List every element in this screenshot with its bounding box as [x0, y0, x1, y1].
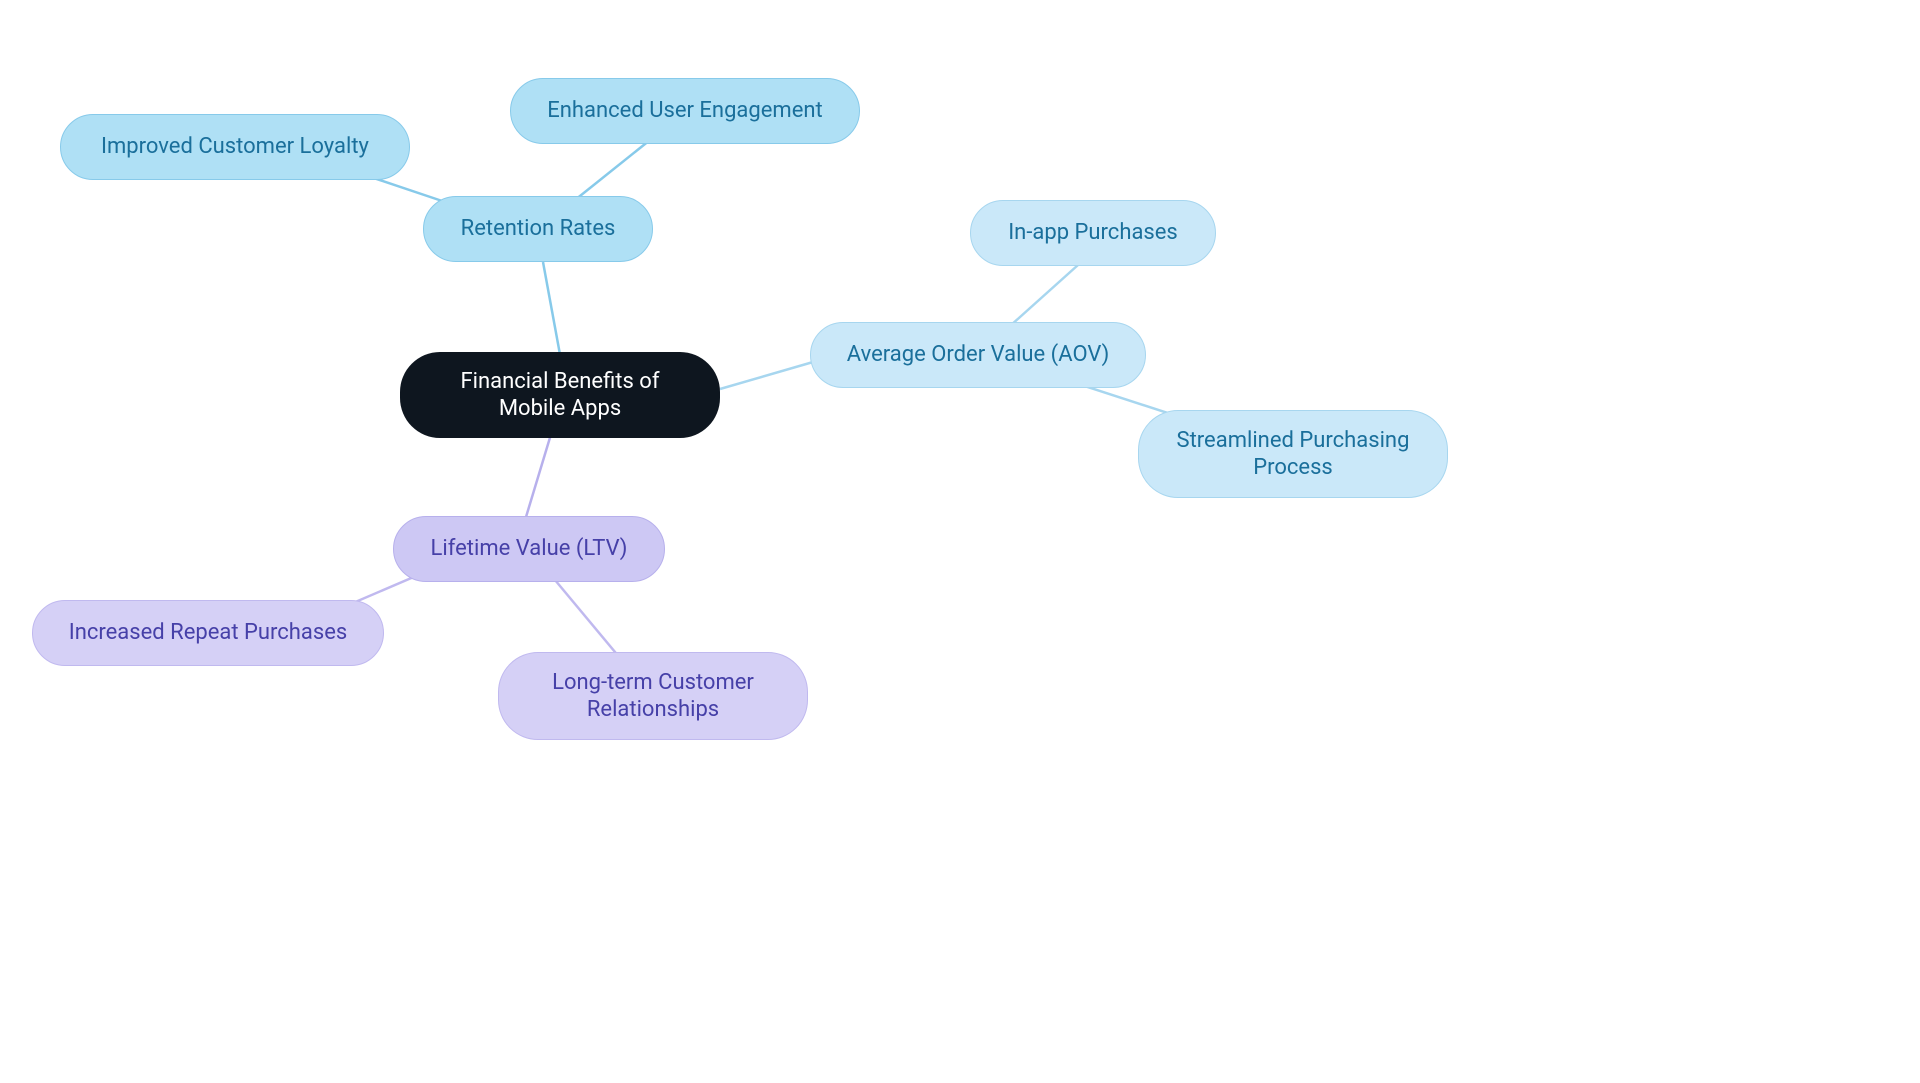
node-center[interactable]: Financial Benefits of Mobile Apps	[400, 352, 720, 438]
node-ltv[interactable]: Lifetime Value (LTV)	[393, 516, 665, 582]
node-aov[interactable]: Average Order Value (AOV)	[810, 322, 1146, 388]
node-label: Average Order Value (AOV)	[847, 341, 1109, 369]
node-in-app-purchases[interactable]: In-app Purchases	[970, 200, 1216, 266]
node-label: Lifetime Value (LTV)	[431, 535, 628, 563]
node-enhanced-engagement[interactable]: Enhanced User Engagement	[510, 78, 860, 144]
node-label: Improved Customer Loyalty	[101, 133, 369, 161]
node-label: Streamlined Purchasing Process	[1167, 427, 1419, 482]
node-streamlined-process[interactable]: Streamlined Purchasing Process	[1138, 410, 1448, 498]
node-label: Retention Rates	[461, 215, 616, 243]
node-label: Financial Benefits of Mobile Apps	[428, 368, 692, 423]
node-label: In-app Purchases	[1008, 219, 1178, 247]
node-improved-loyalty[interactable]: Improved Customer Loyalty	[60, 114, 410, 180]
edge	[720, 360, 820, 389]
node-longterm-relationships[interactable]: Long-term Customer Relationships	[498, 652, 808, 740]
edge	[1010, 265, 1078, 326]
edge	[575, 140, 650, 200]
edge	[543, 262, 561, 360]
node-label: Increased Repeat Purchases	[69, 619, 348, 647]
node-repeat-purchases[interactable]: Increased Repeat Purchases	[32, 600, 384, 666]
node-label: Long-term Customer Relationships	[527, 669, 779, 724]
node-retention-rates[interactable]: Retention Rates	[423, 196, 653, 262]
mindmap-canvas: Financial Benefits of Mobile Apps Retent…	[0, 0, 1920, 1083]
node-label: Enhanced User Engagement	[547, 97, 822, 125]
